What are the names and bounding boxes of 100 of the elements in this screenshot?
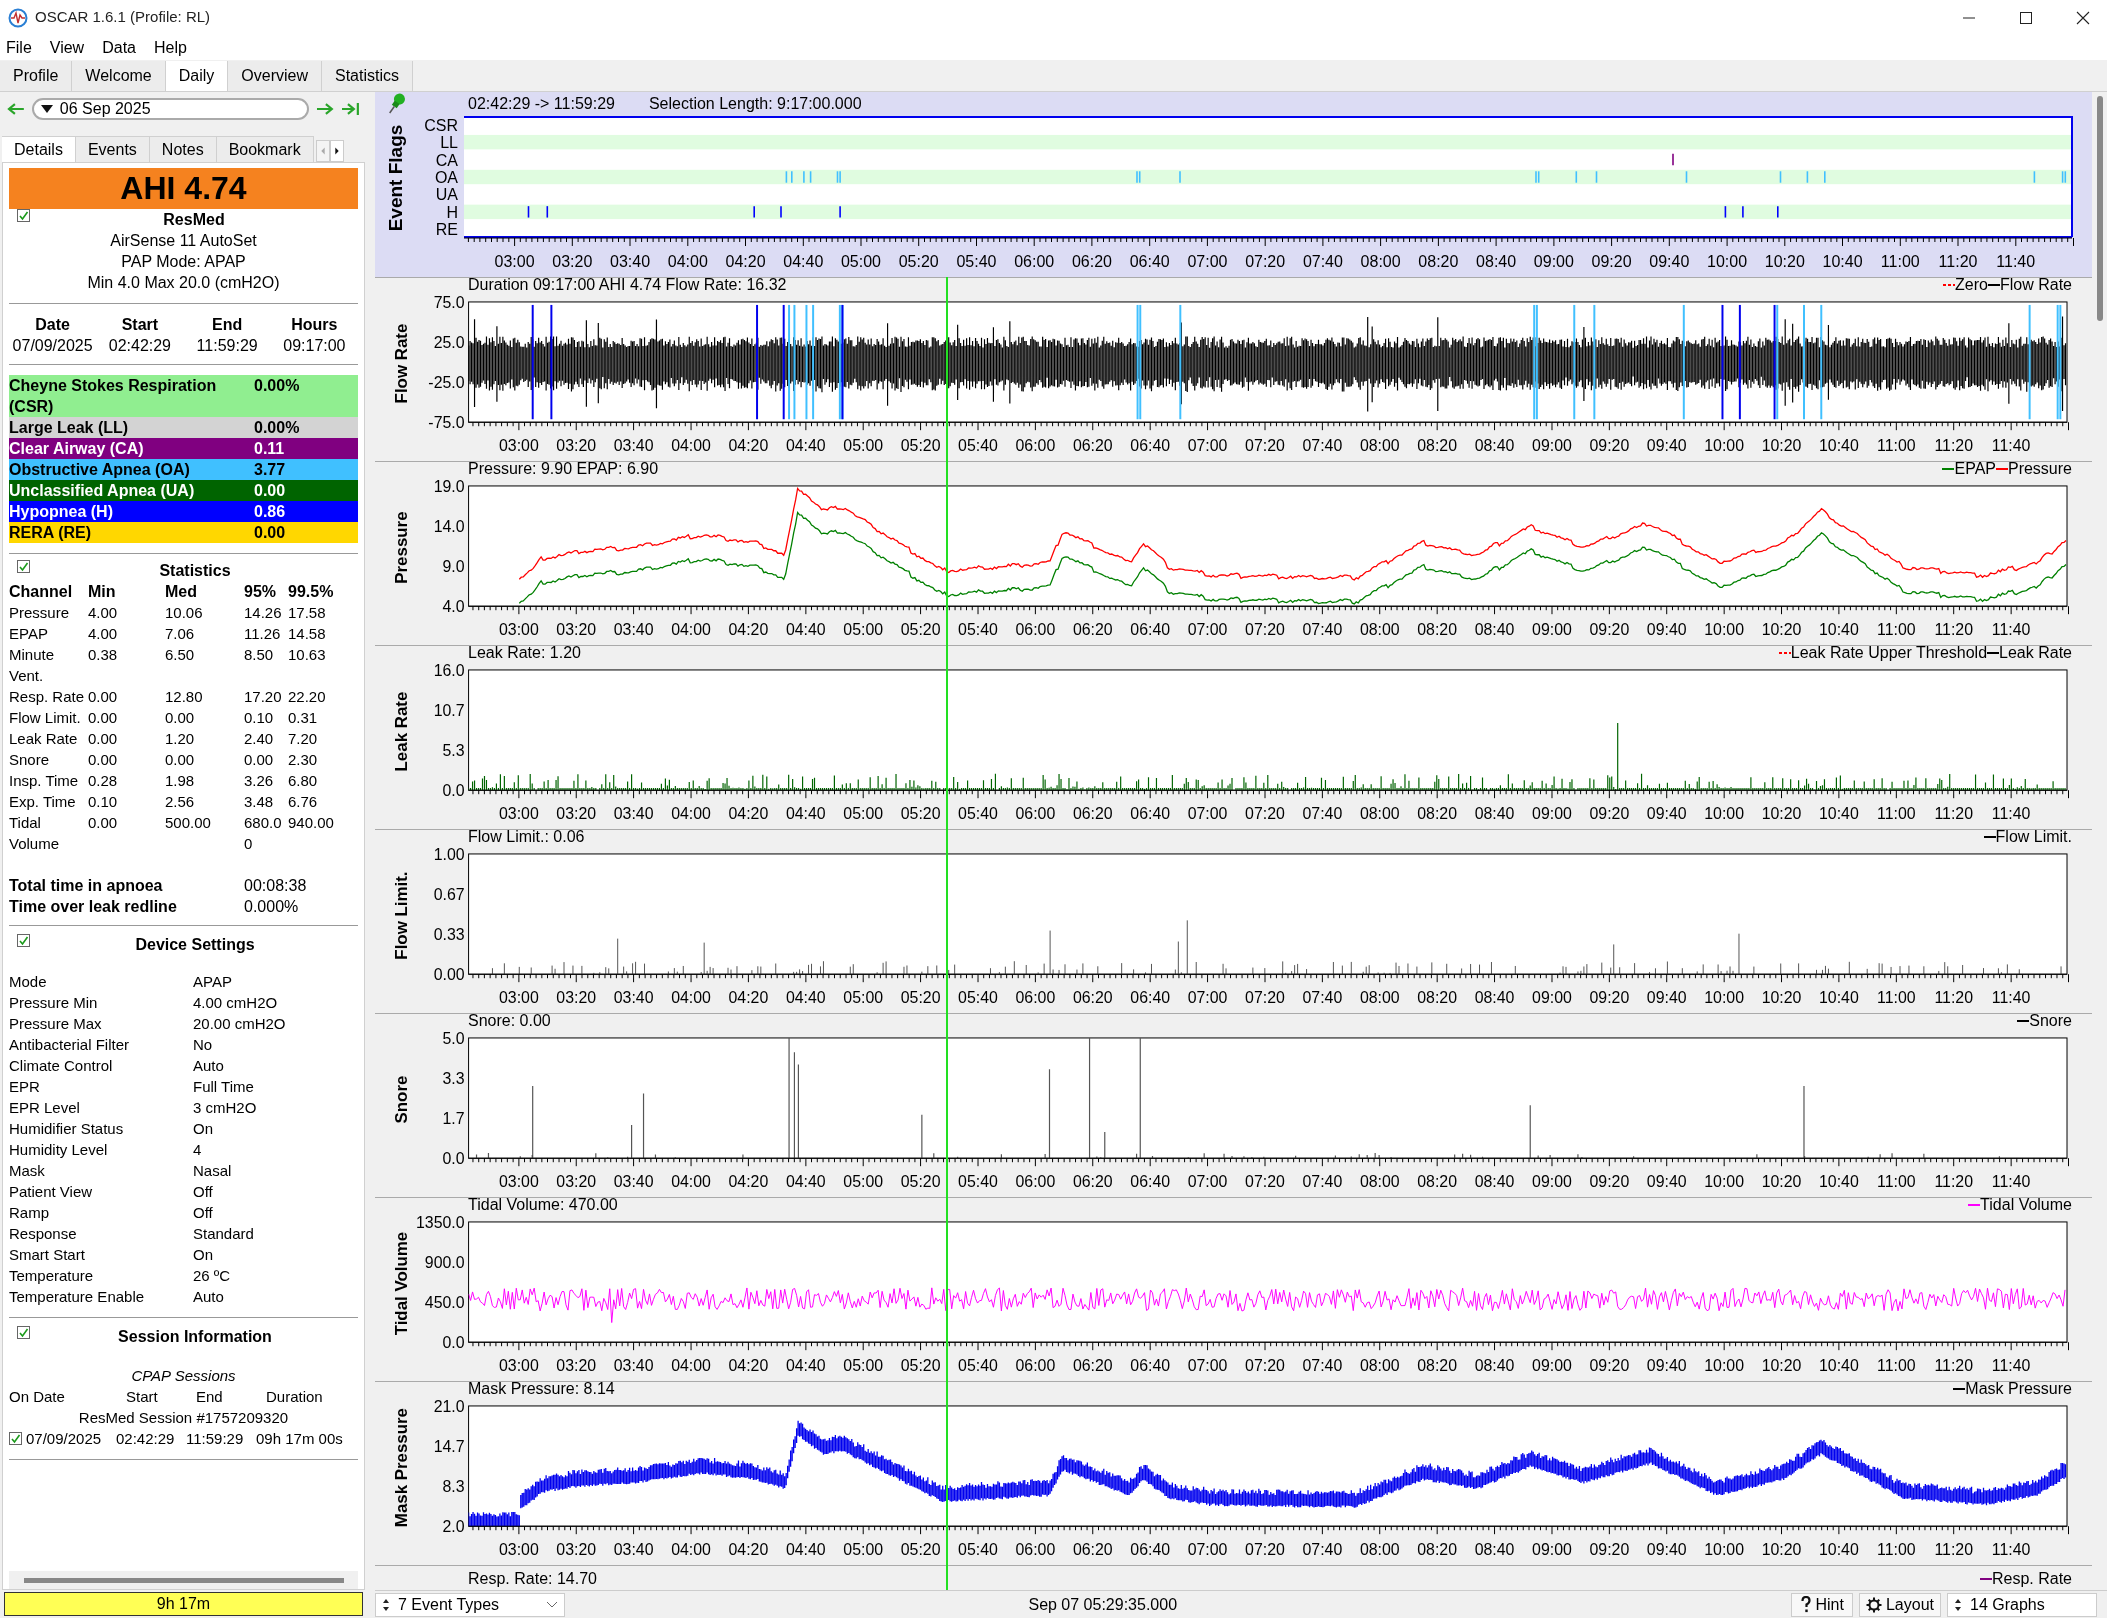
time-tick-label: 10:20	[1764, 253, 1805, 270]
setting-value: Auto	[193, 1287, 225, 1307]
scrollbar-thumb[interactable]	[2096, 96, 2103, 321]
table-cell-text: 14.58	[288, 624, 327, 644]
column-header: Channel	[9, 582, 74, 602]
usage-bar: 9h 17m	[4, 1592, 363, 1616]
setting-label: EPR	[9, 1077, 41, 1097]
time-tick-label: 08:00	[1359, 989, 1400, 1007]
y-tick-label: 450.0	[424, 1294, 465, 1312]
setting-value: Auto	[193, 1056, 225, 1076]
setting-value: Full Time	[193, 1077, 255, 1097]
table-cell-text: Minute Vent.	[9, 645, 56, 686]
time-tick-label: 07:20	[1245, 437, 1285, 455]
time-tick-label: 05:40	[958, 1541, 998, 1559]
tab[interactable]: Overview	[228, 61, 322, 91]
date-value: 06 Sep 2025	[59, 99, 151, 119]
time-tick-label: 11:00	[1877, 1357, 1916, 1375]
checkbox[interactable]	[17, 934, 30, 947]
axis-title: Flow Limit.	[391, 871, 411, 960]
row-label: UA	[435, 186, 458, 204]
time-tick-label: 10:00	[1704, 1173, 1744, 1191]
y-tick-label: 14.7	[433, 1438, 465, 1455]
time-tick-label: 08:00	[1359, 1173, 1400, 1191]
time-tick-label: 11:40	[1991, 437, 2031, 455]
time-tick-label: 11:00	[1877, 1173, 1916, 1191]
time-tick-label: 03:00	[498, 621, 539, 639]
tab[interactable]: Profile	[0, 61, 73, 91]
checkbox[interactable]	[17, 1326, 30, 1339]
column-header: Start	[120, 315, 160, 335]
time-tick-label: 09:00	[1532, 1541, 1572, 1559]
menu-item[interactable]: View	[49, 35, 85, 60]
y-tick-label: 2.0	[442, 1518, 465, 1536]
time-tick-label: 08:40	[1474, 621, 1515, 639]
time-tick-label: 07:20	[1245, 1541, 1285, 1559]
time-tick-label: 07:40	[1302, 1173, 1343, 1191]
scrollbar-thumb[interactable]	[23, 1577, 344, 1583]
time-tick-label: 06:20	[1072, 1541, 1113, 1559]
layout-button[interactable]: Layout	[1858, 1592, 1941, 1617]
back-arrow-icon[interactable]	[6, 101, 26, 117]
time-tick-label: 05:00	[843, 989, 884, 1007]
tab[interactable]: Daily	[165, 61, 229, 91]
chevron-down-icon	[546, 1600, 558, 1609]
checkbox[interactable]	[17, 560, 30, 573]
time-tick-label: 04:40	[785, 805, 826, 823]
app-logo-icon	[8, 7, 28, 28]
tab[interactable]: Notes	[149, 136, 217, 162]
column-header: Hours	[290, 315, 339, 335]
time-tick-label: 10:20	[1761, 1173, 1802, 1191]
total-value: 0.000%	[244, 897, 300, 917]
time-tick-label: 09:40	[1646, 989, 1687, 1007]
event-types-dropdown[interactable]: 7 Event Types	[375, 1592, 565, 1617]
session-end: 11:59:29	[186, 1429, 245, 1449]
time-tick-label: 06:40	[1129, 253, 1170, 270]
tab[interactable]: Details	[2, 136, 76, 162]
up-down-arrows-icon	[382, 1597, 390, 1612]
time-tick-label: 09:20	[1589, 1173, 1630, 1191]
checkbox[interactable]	[9, 1432, 22, 1445]
y-tick-label: 9.0	[442, 558, 465, 576]
time-tick-label: 07:20	[1245, 1173, 1285, 1191]
time-tick-label: 10:20	[1761, 1541, 1802, 1559]
time-tick-label: 08:00	[1359, 805, 1400, 823]
time-tick-label: 06:00	[1015, 1357, 1056, 1375]
event-rate-label: Large Leak (LL)	[9, 418, 130, 438]
time-tick-label: 05:40	[958, 805, 998, 823]
time-tick-label: 06:20	[1072, 621, 1113, 639]
time-tick-label: 08:20	[1417, 1357, 1458, 1375]
time-tick-label: 05:40	[958, 437, 998, 455]
tab[interactable]: Statistics	[322, 61, 413, 91]
graph-title: Snore: 0.00	[468, 1012, 551, 1030]
graphs-count: 14 Graphs	[1970, 1594, 2045, 1615]
time-tick-label: 04:40	[785, 1357, 826, 1375]
dropdown-icon	[39, 104, 54, 114]
y-tick-label: -25.0	[428, 374, 465, 392]
menu-item[interactable]: File	[6, 35, 32, 60]
event-rate-value: 0.00	[254, 481, 287, 501]
jump-to-end-icon[interactable]	[341, 101, 361, 117]
graphs-dropdown[interactable]: 14 Graphs	[1947, 1592, 2097, 1617]
time-tick-label: 11:20	[1938, 253, 1978, 270]
time-tick-label: 10:20	[1761, 805, 1802, 823]
date-picker[interactable]: 06 Sep 2025	[31, 98, 310, 120]
setting-value: 4.00 cmH2O	[193, 993, 279, 1013]
total-value: 00:08:38	[244, 876, 308, 896]
time-tick-label: 10:40	[1819, 1173, 1859, 1191]
settings-icon	[1865, 1596, 1882, 1613]
tab[interactable]: Bookmark	[216, 136, 314, 162]
tab[interactable]: Events	[75, 136, 150, 162]
time-tick-label: 06:40	[1130, 621, 1171, 639]
hint-button[interactable]: Hint	[1790, 1592, 1853, 1617]
menu-item[interactable]: Data	[102, 35, 136, 60]
event-rate-label: Cheyne Stokes Respiration (CSR)	[9, 376, 218, 417]
table-cell-text: 7.20	[288, 729, 319, 749]
checkbox[interactable]	[17, 209, 30, 222]
graph-title: Tidal Volume: 470.00	[468, 1196, 618, 1214]
table-cell-text: 500.00	[165, 813, 212, 833]
column-header: Start	[126, 1387, 159, 1407]
menu-item[interactable]: Help	[153, 35, 187, 60]
time-tick-label: 09:20	[1589, 1357, 1630, 1375]
tab[interactable]: Welcome	[72, 61, 166, 91]
row-label: CA	[435, 151, 458, 169]
forward-arrow-icon[interactable]	[315, 101, 336, 117]
